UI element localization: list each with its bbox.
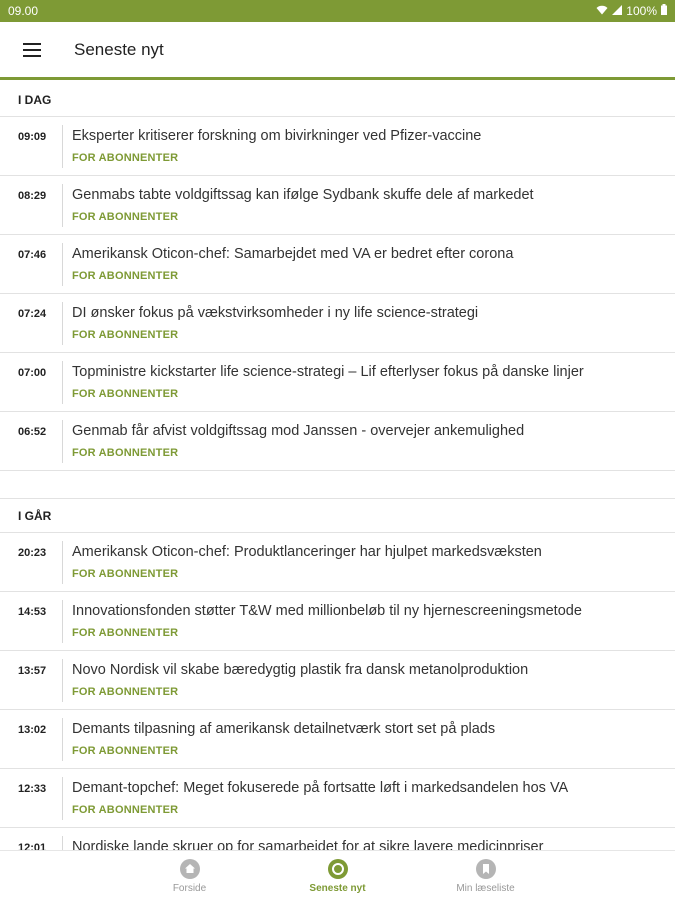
news-time: 12:33: [18, 783, 47, 795]
home-icon: [179, 859, 200, 879]
news-title: Genmabs tabte voldgiftssag kan ifølge Sy…: [72, 187, 534, 203]
section-header-today: I DAG: [0, 83, 675, 117]
nav-label-seneste-nyt: Seneste nyt: [309, 883, 366, 894]
news-item[interactable]: 14:53 Innovationsfonden støtter T&W med …: [0, 592, 675, 651]
today-news-list: 09:09 Eksperter kritiserer forskning om …: [0, 117, 675, 471]
news-title: Amerikansk Oticon-chef: Samarbejdet med …: [72, 246, 514, 262]
app-bar: Seneste nyt: [0, 22, 675, 80]
news-title: Innovationsfonden støtter T&W med millio…: [72, 603, 582, 619]
bottom-navigation: Forside Seneste nyt Min læseliste: [0, 850, 675, 900]
news-time: 20:23: [18, 547, 47, 559]
news-time: 13:57: [18, 665, 47, 677]
subscriber-badge: FOR ABONNENTER: [72, 388, 179, 400]
news-title: Eksperter kritiserer forskning om bivirk…: [72, 128, 482, 144]
news-title: Genmab får afvist voldgiftssag mod Janss…: [72, 423, 525, 439]
status-indicators: 100%: [596, 4, 667, 18]
hamburger-menu-icon[interactable]: [12, 30, 52, 70]
news-item[interactable]: 13:57 Novo Nordisk vil skabe bæredygtig …: [0, 651, 675, 710]
page-title: Seneste nyt: [74, 39, 164, 59]
signal-icon: [612, 4, 623, 18]
news-title: Demant-topchef: Meget fokuserede på fort…: [72, 780, 569, 796]
news-title: Nordiske lande skruer op for samarbejdet…: [72, 839, 544, 850]
news-item[interactable]: 07:24 DI ønsker fokus på vækstvirksomhed…: [0, 294, 675, 353]
news-time: 14:53: [18, 606, 47, 618]
section-divider: [0, 471, 675, 499]
bookmark-icon: [475, 859, 496, 879]
news-time: 07:24: [18, 308, 47, 320]
subscriber-badge: FOR ABONNENTER: [72, 447, 179, 459]
news-time: 07:46: [18, 249, 47, 261]
battery-percent: 100%: [626, 4, 657, 18]
news-time: 07:00: [18, 367, 47, 379]
news-title: DI ønsker fokus på vækstvirksomheder i n…: [72, 305, 479, 321]
news-title: Demants tilpasning af amerikansk detailn…: [72, 721, 496, 737]
news-item[interactable]: 07:00 Topministre kickstarter life scien…: [0, 353, 675, 412]
news-item[interactable]: 13:02 Demants tilpasning af amerikansk d…: [0, 710, 675, 769]
news-item[interactable]: 20:23 Amerikansk Oticon-chef: Produktlan…: [0, 533, 675, 592]
news-item[interactable]: 08:29 Genmabs tabte voldgiftssag kan ifø…: [0, 176, 675, 235]
subscriber-badge: FOR ABONNENTER: [72, 804, 179, 816]
news-item[interactable]: 09:09 Eksperter kritiserer forskning om …: [0, 117, 675, 176]
yesterday-news-list: 20:23 Amerikansk Oticon-chef: Produktlan…: [0, 533, 675, 850]
subscriber-badge: FOR ABONNENTER: [72, 152, 179, 164]
news-time: 13:02: [18, 724, 47, 736]
nav-item-min-laeseliste[interactable]: Min læseliste: [412, 851, 560, 900]
nav-item-seneste-nyt[interactable]: Seneste nyt: [264, 851, 412, 900]
subscriber-badge: FOR ABONNENTER: [72, 211, 179, 223]
news-time: 06:52: [18, 426, 47, 438]
wifi-icon: [596, 4, 608, 18]
nav-label-min-laeseliste: Min læseliste: [456, 883, 515, 894]
news-item[interactable]: 12:33 Demant-topchef: Meget fokuserede p…: [0, 769, 675, 828]
subscriber-badge: FOR ABONNENTER: [72, 745, 179, 757]
news-title: Topministre kickstarter life science-str…: [72, 364, 584, 380]
subscriber-badge: FOR ABONNENTER: [72, 329, 179, 341]
status-time: 09.00: [8, 4, 39, 18]
subscriber-badge: FOR ABONNENTER: [72, 627, 179, 639]
clock-icon: [327, 859, 348, 879]
nav-item-forside[interactable]: Forside: [116, 851, 264, 900]
news-title: Amerikansk Oticon-chef: Produktlancering…: [72, 544, 542, 560]
news-item[interactable]: 12:01 Nordiske lande skruer op for samar…: [0, 828, 675, 850]
nav-label-forside: Forside: [172, 883, 207, 894]
subscriber-badge: FOR ABONNENTER: [72, 270, 179, 282]
subscriber-badge: FOR ABONNENTER: [72, 686, 179, 698]
news-time: 12:01: [18, 842, 47, 850]
news-time: 09:09: [18, 131, 47, 143]
battery-icon: [661, 4, 667, 18]
news-title: Novo Nordisk vil skabe bæredygtig plasti…: [72, 662, 529, 678]
news-time: 08:29: [18, 190, 47, 202]
news-list[interactable]: I DAG 09:09 Eksperter kritiserer forskni…: [0, 83, 675, 850]
status-bar: 09.00 100%: [0, 0, 675, 22]
news-item[interactable]: 06:52 Genmab får afvist voldgiftssag mod…: [0, 412, 675, 471]
news-item[interactable]: 07:46 Amerikansk Oticon-chef: Samarbejde…: [0, 235, 675, 294]
subscriber-badge: FOR ABONNENTER: [72, 568, 179, 580]
section-header-yesterday: I GÅR: [0, 499, 675, 533]
